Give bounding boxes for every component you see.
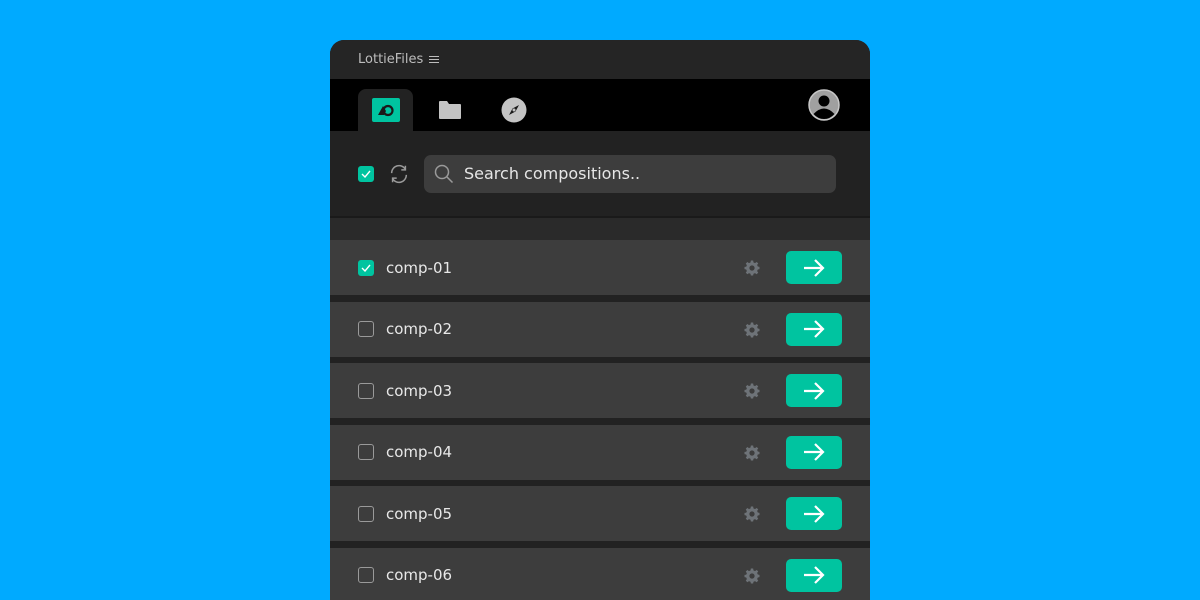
gear-icon[interactable] [743,321,761,339]
refresh-icon[interactable] [388,163,410,185]
open-composition-button[interactable] [786,312,842,346]
user-avatar-icon[interactable] [808,89,840,121]
composition-row[interactable]: comp-05 [330,486,870,541]
composition-name: comp-02 [386,320,453,338]
composition-checkbox[interactable] [358,382,374,399]
list-spacer [330,218,870,240]
composition-row[interactable]: comp-03 [330,363,870,418]
tab-discover[interactable] [486,89,541,131]
arrow-right-icon [804,443,825,461]
lottiefiles-panel: LottieFiles Search compositions.. comp-0… [330,40,870,600]
composition-name: comp-04 [386,443,453,461]
composition-row[interactable]: comp-02 [330,301,870,357]
app-title: LottieFiles [358,52,424,67]
composition-checkbox[interactable] [358,567,374,583]
select-all-checkbox[interactable] [358,165,374,182]
composition-row[interactable]: comp-01 [330,240,870,295]
folder-icon [438,101,461,119]
gear-icon[interactable] [743,505,761,523]
arrow-right-icon [804,381,825,400]
composition-name: comp-06 [386,566,453,584]
tab-bar [330,79,870,131]
arrow-right-icon [804,504,825,523]
toolbar [330,131,870,218]
shapes-icon [371,98,400,122]
composition-checkbox[interactable] [358,321,374,337]
composition-checkbox[interactable] [358,505,374,522]
compass-icon [501,97,526,123]
gear-icon[interactable] [743,259,761,277]
composition-row[interactable]: comp-04 [330,424,870,480]
composition-name: comp-03 [386,381,453,400]
arrow-right-icon [804,320,825,338]
composition-name: comp-01 [386,258,453,277]
arrow-right-icon [804,258,825,277]
open-composition-button[interactable] [786,374,842,407]
arrow-right-icon [804,566,825,584]
tab-compositions[interactable] [358,89,413,131]
gear-icon[interactable] [743,567,761,585]
title-bar: LottieFiles [330,40,870,79]
open-composition-button[interactable] [786,251,842,284]
composition-row[interactable]: comp-06 [330,547,870,600]
search-icon [434,164,454,183]
gear-icon[interactable] [743,444,761,462]
composition-list: comp-01 comp-02 comp-03 comp-04 comp-05 comp-… [330,240,870,600]
hamburger-icon[interactable] [429,56,440,63]
open-composition-button[interactable] [786,497,842,530]
search-input[interactable] [462,163,826,184]
composition-name: comp-05 [386,504,453,523]
tab-files[interactable] [422,89,477,131]
open-composition-button[interactable] [786,558,842,592]
check-icon [361,170,371,178]
composition-checkbox[interactable] [358,444,374,460]
gear-icon[interactable] [743,382,761,400]
open-composition-button[interactable] [786,435,842,469]
search-box [424,154,836,193]
composition-checkbox[interactable] [358,259,374,276]
check-icon [361,264,371,272]
